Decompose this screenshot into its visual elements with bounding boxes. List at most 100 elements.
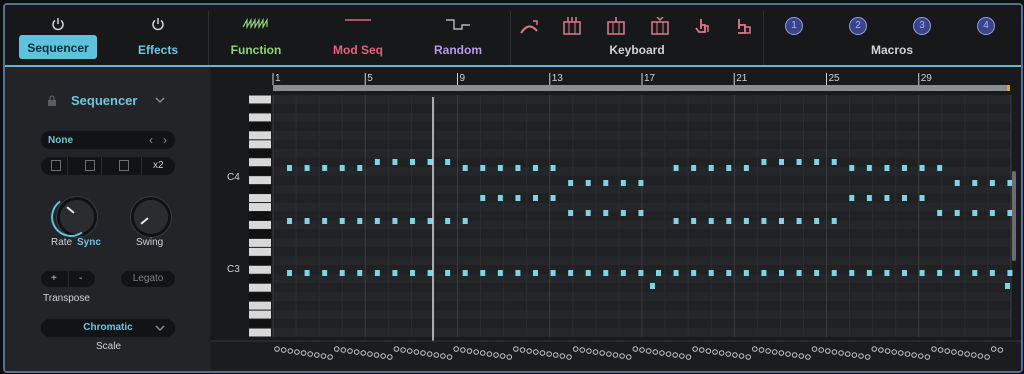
transpose-plus-button[interactable]: + bbox=[51, 273, 57, 284]
note bbox=[954, 180, 960, 186]
tab-function[interactable]: Function bbox=[221, 11, 291, 63]
piano-key bbox=[249, 229, 271, 238]
lock-icon[interactable] bbox=[47, 95, 57, 107]
note bbox=[392, 218, 398, 224]
scale-label: Scale bbox=[96, 341, 122, 352]
note bbox=[831, 159, 837, 165]
piano-key bbox=[249, 301, 271, 310]
note bbox=[445, 159, 451, 165]
note bbox=[427, 218, 433, 224]
chevron-down-icon bbox=[155, 325, 165, 331]
chevron-down-icon[interactable] bbox=[155, 97, 165, 104]
tab-random-label: Random bbox=[434, 43, 482, 57]
tab-effects[interactable]: Effects bbox=[113, 11, 203, 63]
note bbox=[989, 210, 995, 216]
tab-random[interactable]: Random bbox=[423, 11, 493, 63]
arpeggio-icon[interactable] bbox=[607, 17, 625, 35]
note bbox=[585, 180, 591, 186]
macro-3-knob[interactable]: 3 bbox=[913, 17, 931, 35]
note bbox=[919, 195, 925, 201]
note bbox=[972, 270, 978, 276]
touch-hand-icon[interactable] bbox=[695, 19, 709, 33]
note bbox=[726, 218, 732, 224]
chord-icon[interactable] bbox=[563, 17, 581, 35]
piano-keyboard[interactable] bbox=[249, 95, 271, 337]
random-step-icon bbox=[446, 19, 470, 30]
bar-number: 1 bbox=[275, 73, 281, 84]
tab-modseq[interactable]: Mod Seq bbox=[323, 11, 393, 63]
macro-4-knob[interactable]: 4 bbox=[977, 17, 995, 35]
velocity-lane[interactable] bbox=[211, 340, 1021, 371]
save-icon[interactable] bbox=[51, 160, 61, 171]
note bbox=[620, 270, 626, 276]
sequencer-panel: Sequencer None ‹ › x2 Rate Sync Swing + bbox=[5, 67, 209, 371]
export-icon[interactable] bbox=[85, 160, 95, 171]
piano-roll[interactable]: 1 5 9 13 17 21 25 29 C4 C3 bbox=[211, 67, 1021, 371]
tab-modseq-label: Mod Seq bbox=[333, 43, 383, 57]
scale-dropdown[interactable]: Chromatic bbox=[41, 319, 175, 337]
note bbox=[989, 270, 995, 276]
piano-key bbox=[249, 140, 271, 149]
piano-roll-canvas[interactable]: 1 5 9 13 17 21 25 29 C4 C3 bbox=[211, 67, 1021, 371]
note bbox=[620, 210, 626, 216]
preset-selector[interactable]: None ‹ › bbox=[41, 131, 175, 149]
note bbox=[620, 180, 626, 186]
note bbox=[831, 218, 837, 224]
piano-key bbox=[249, 265, 271, 274]
note bbox=[374, 159, 380, 165]
note-label-c4: C4 bbox=[227, 172, 240, 183]
sync-toggle[interactable]: Sync bbox=[77, 237, 101, 248]
note bbox=[726, 270, 732, 276]
tab-sequencer-label[interactable]: Sequencer bbox=[19, 35, 97, 59]
note bbox=[339, 218, 345, 224]
note bbox=[427, 270, 433, 276]
note bbox=[427, 159, 433, 165]
swing-knob[interactable] bbox=[131, 197, 171, 237]
piano-key bbox=[249, 256, 271, 265]
piano-key bbox=[249, 167, 271, 176]
note bbox=[603, 210, 609, 216]
keyboard-label: Keyboard bbox=[609, 43, 665, 57]
note bbox=[515, 165, 521, 171]
bar-number: 13 bbox=[552, 73, 564, 84]
macro-2-knob[interactable]: 2 bbox=[849, 17, 867, 35]
note bbox=[761, 270, 767, 276]
note bbox=[796, 218, 802, 224]
note bbox=[954, 210, 960, 216]
preset-name: None bbox=[48, 135, 73, 146]
divider bbox=[141, 157, 142, 175]
piano-key bbox=[249, 220, 271, 229]
tab-sequencer-text: Sequencer bbox=[27, 41, 89, 55]
bar-number: 21 bbox=[736, 73, 748, 84]
macros-label: Macros bbox=[870, 43, 914, 57]
preset-prev-icon[interactable]: ‹ bbox=[149, 133, 153, 147]
bar-number: 5 bbox=[367, 73, 373, 84]
note bbox=[445, 218, 451, 224]
transpose-label: Transpose bbox=[43, 293, 90, 304]
note bbox=[357, 270, 363, 276]
delete-icon[interactable] bbox=[119, 160, 129, 171]
piano-key bbox=[249, 283, 271, 292]
piano-key bbox=[249, 238, 271, 247]
note bbox=[480, 165, 486, 171]
scale-keys-icon[interactable] bbox=[651, 17, 669, 35]
note bbox=[462, 270, 468, 276]
note bbox=[972, 180, 978, 186]
pitch-bend-icon[interactable] bbox=[520, 20, 538, 34]
bar-number: 9 bbox=[460, 73, 466, 84]
note bbox=[357, 218, 363, 224]
transpose-minus-button[interactable]: - bbox=[79, 273, 82, 284]
legato-button[interactable]: Legato bbox=[121, 271, 175, 287]
double-length-button[interactable]: x2 bbox=[153, 160, 164, 171]
preset-next-icon[interactable]: › bbox=[163, 133, 167, 147]
note bbox=[585, 210, 591, 216]
hand-chord-icon[interactable] bbox=[738, 19, 751, 34]
note bbox=[849, 165, 855, 171]
bar-number: 25 bbox=[829, 73, 841, 84]
note bbox=[779, 159, 784, 165]
note bbox=[603, 180, 609, 186]
note bbox=[287, 270, 292, 276]
note bbox=[708, 270, 714, 276]
macro-1-knob[interactable]: 1 bbox=[785, 17, 803, 35]
note bbox=[884, 165, 890, 171]
